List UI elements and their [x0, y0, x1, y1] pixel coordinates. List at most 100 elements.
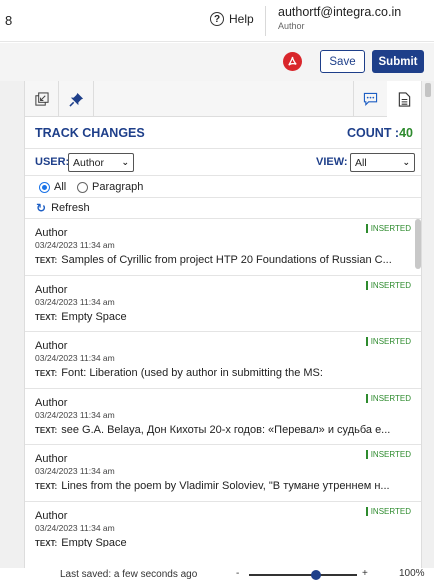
status-badge: INSERTED	[365, 280, 411, 290]
item-author: Author	[35, 283, 68, 296]
item-text-value: Font: Liberation (used by author in subm…	[61, 367, 323, 379]
filter-row: USER: Author ⌄ VIEW: All ⌄	[25, 149, 421, 176]
list-item[interactable]: Author 03/24/2023 11:34 am TEXT: see G.A.…	[25, 389, 421, 445]
user-filter-select[interactable]: Author ⌄	[68, 153, 134, 172]
page-number: 8	[5, 13, 13, 28]
change-count: COUNT :40	[347, 126, 413, 140]
save-button[interactable]: Save	[320, 50, 365, 73]
item-text: TEXT: Empty Space	[35, 537, 413, 548]
tab-comments[interactable]	[353, 81, 387, 117]
radio-all[interactable]: All	[39, 181, 66, 193]
item-date: 03/24/2023 11:34 am	[35, 409, 115, 420]
zoom-slider-track[interactable]	[249, 574, 357, 576]
user-role: Author	[278, 21, 305, 31]
text-tag: TEXT:	[35, 482, 58, 491]
page-scrollbar-thumb[interactable]	[425, 83, 431, 97]
user-menu[interactable]: authortf@integra.co.in Author	[278, 5, 401, 31]
item-date: 03/24/2023 11:34 am	[35, 522, 115, 533]
list-scrollbar-thumb[interactable]	[415, 219, 421, 269]
scope-radio-group: All Paragraph	[25, 176, 421, 198]
item-text: TEXT: Lines from the poem by Vladimir Sol…	[35, 480, 413, 492]
text-tag: TEXT:	[35, 369, 58, 378]
user-email: authortf@integra.co.in	[278, 5, 402, 19]
view-filter-select[interactable]: All ⌄	[350, 153, 415, 172]
document-icon	[398, 91, 410, 107]
panel-title: TRACK CHANGES	[35, 126, 145, 140]
item-text: TEXT: see G.A. Belaya, Дон Кихоты 20-х го…	[35, 424, 413, 436]
help-label: Help	[229, 12, 254, 26]
refresh-button[interactable]: ↻ Refresh	[25, 198, 421, 219]
list-item[interactable]: Author 03/24/2023 11:34 am TEXT: Empty Sp…	[25, 276, 421, 332]
radio-all-indicator	[39, 181, 50, 193]
item-text-value: Empty Space	[61, 310, 127, 323]
item-author: Author	[35, 396, 68, 409]
text-tag: TEXT:	[35, 538, 58, 548]
item-date: 03/24/2023 11:34 am	[35, 296, 115, 307]
radio-paragraph[interactable]: Paragraph	[77, 181, 143, 193]
user-filter-label: USER:	[35, 156, 70, 168]
list-item[interactable]: Author 03/24/2023 11:34 am TEXT: Font: Li…	[25, 332, 421, 389]
item-date: 03/24/2023 11:34 am	[35, 466, 115, 476]
change-list[interactable]: Author 03/24/2023 11:34 am TEXT: Samples …	[25, 219, 421, 547]
radio-paragraph-indicator	[77, 181, 88, 193]
status-badge: INSERTED	[365, 337, 411, 346]
zoom-slider-handle[interactable]	[311, 570, 321, 580]
item-text-value: Samples of Cyrillic from project HTP 20 …	[61, 254, 392, 266]
status-bar: Last saved: a few seconds ago - + 100%	[0, 568, 434, 582]
item-text-value: Lines from the poem by Vladimir Soloviev…	[61, 480, 390, 492]
last-saved-text: Last saved: a few seconds ago	[60, 569, 198, 580]
refresh-label: Refresh	[51, 202, 90, 214]
left-margin	[0, 81, 24, 568]
submit-button[interactable]: Submit	[372, 50, 424, 73]
view-filter-label: VIEW:	[316, 156, 348, 168]
collapse-icon	[35, 91, 49, 106]
zoom-out-button[interactable]: -	[236, 568, 239, 579]
page-scrollbar[interactable]	[422, 81, 434, 568]
view-filter-value: All	[355, 156, 367, 169]
track-changes-panel: TRACK CHANGES COUNT :40 USER: Author ⌄ V…	[24, 81, 422, 568]
chevron-down-icon: ⌄	[121, 157, 129, 167]
item-author: Author	[35, 509, 68, 522]
status-badge: INSERTED	[365, 224, 411, 233]
zoom-level: 100%	[399, 568, 425, 579]
item-text: TEXT: Empty Space	[35, 311, 413, 323]
pin-icon	[69, 92, 84, 107]
text-tag: TEXT:	[35, 312, 58, 322]
chevron-down-icon: ⌄	[402, 157, 410, 167]
item-text-value: see G.A. Belaya, Дон Кихоты 20-х годов: …	[61, 423, 391, 436]
item-text: TEXT: Samples of Cyrillic from project HT…	[35, 254, 413, 266]
radio-paragraph-label: Paragraph	[92, 181, 144, 193]
text-tag: TEXT:	[35, 256, 58, 265]
tab-pin[interactable]	[60, 81, 94, 117]
text-tag: TEXT:	[35, 425, 58, 435]
item-date: 03/24/2023 11:34 am	[35, 240, 115, 250]
status-badge: INSERTED	[365, 506, 411, 516]
list-item[interactable]: Author 03/24/2023 11:34 am TEXT: Lines fr…	[25, 445, 421, 502]
tab-track-changes[interactable]	[387, 81, 421, 117]
item-text-value: Empty Space	[61, 536, 127, 548]
comment-icon	[363, 92, 378, 106]
track-changes-header: TRACK CHANGES COUNT :40	[25, 117, 421, 149]
item-author: Author	[35, 227, 68, 239]
help-link[interactable]: ? Help	[210, 12, 254, 26]
tab-collapse[interactable]	[25, 81, 59, 117]
action-bar: Save Submit	[0, 43, 434, 81]
refresh-icon: ↻	[36, 201, 47, 215]
panel-tabs	[25, 81, 421, 117]
help-icon: ?	[210, 12, 224, 26]
user-filter-value: Author	[73, 156, 104, 169]
radio-all-label: All	[54, 181, 67, 193]
status-badge: INSERTED	[365, 393, 411, 403]
list-item[interactable]: Author 03/24/2023 11:34 am TEXT: Empty Sp…	[25, 502, 421, 548]
header-divider	[265, 6, 266, 36]
top-header: 8 ? Help authortf@integra.co.in Author	[0, 0, 434, 42]
count-value: 40	[399, 126, 413, 140]
status-badge: INSERTED	[365, 450, 411, 459]
item-text: TEXT: Font: Liberation (used by author in…	[35, 367, 413, 379]
pdf-icon[interactable]	[283, 52, 302, 71]
item-date: 03/24/2023 11:34 am	[35, 353, 115, 363]
list-item[interactable]: Author 03/24/2023 11:34 am TEXT: Samples …	[25, 219, 421, 276]
count-label: COUNT :	[347, 126, 400, 140]
zoom-in-button[interactable]: +	[362, 568, 368, 579]
item-author: Author	[35, 453, 68, 465]
